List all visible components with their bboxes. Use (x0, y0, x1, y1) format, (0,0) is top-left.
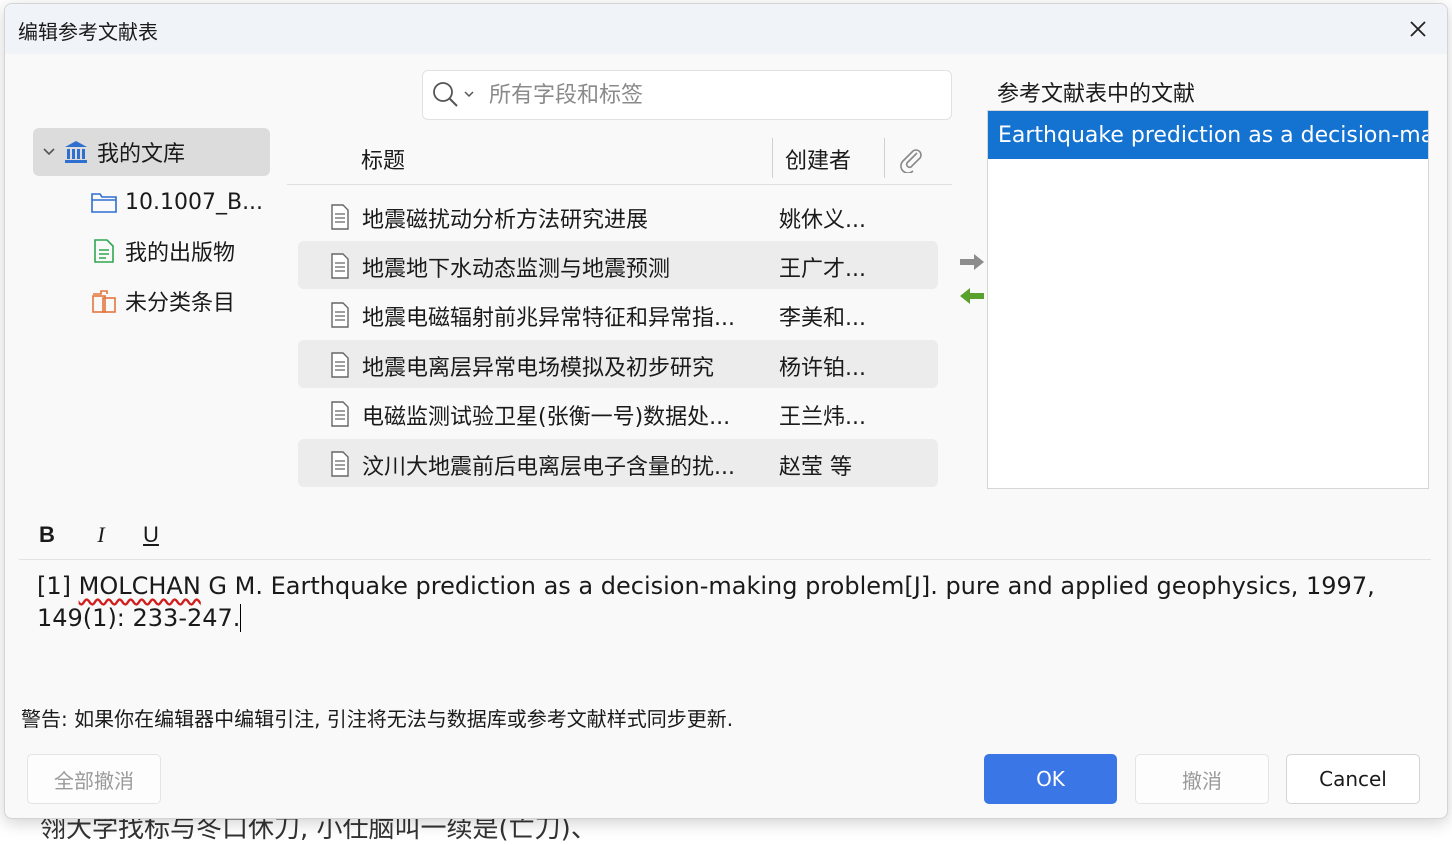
column-divider[interactable] (884, 138, 885, 178)
table-row[interactable]: 电磁监测试验卫星(张衡一号)数据处... 王兰炜... (298, 389, 938, 437)
tree-item-label: 未分类条目 (125, 291, 236, 316)
tree-item-label: 我的出版物 (125, 241, 236, 266)
row-title: 电磁监测试验卫星(张衡一号)数据处... (362, 405, 731, 430)
edit-bibliography-dialog: 编辑参考文献表 我的文库 10.1007_B... 我的出版物 未分类条目 所有… (4, 3, 1448, 819)
table-row[interactable]: 地震磁扰动分析方法研究进展 姚休义... (298, 192, 938, 240)
text-caret (240, 604, 242, 632)
divider (19, 559, 1431, 560)
bibliography-item-label: Earthquake prediction as a decision-ma (998, 122, 1428, 148)
row-title: 地震磁扰动分析方法研究进展 (362, 208, 649, 233)
document-icon (331, 401, 349, 427)
dialog-title: 编辑参考文献表 (18, 20, 158, 44)
column-header-creator[interactable]: 创建者 (785, 134, 851, 184)
row-creator: 赵莹 等 (779, 455, 852, 480)
row-title: 汶川大地震前后电离层电子含量的扰... (362, 455, 735, 480)
table-row[interactable]: 地震地下水动态监测与地震预测 王广才... (298, 241, 938, 289)
tree-item-my-publications[interactable]: 我的出版物 (89, 227, 235, 275)
document-icon (331, 451, 349, 477)
bibliography-list-label: 参考文献表中的文献 (997, 82, 1196, 107)
items-table-header: 标题 创建者 (287, 134, 952, 185)
paperclip-icon (900, 149, 922, 173)
unfiled-items-icon (89, 286, 119, 316)
tree-item-collection[interactable]: 10.1007_B... (89, 178, 263, 226)
document-icon (331, 302, 349, 328)
table-row[interactable]: 地震电离层异常电场模拟及初步研究 杨许铂... (298, 340, 938, 388)
undo-button[interactable]: 撤消 (1135, 754, 1269, 804)
row-creator: 杨许铂... (779, 356, 866, 381)
italic-button[interactable]: I (85, 519, 117, 551)
close-icon (1410, 21, 1426, 37)
tree-item-label: 10.1007_B... (125, 189, 264, 215)
table-row[interactable]: 汶川大地震前后电离层电子含量的扰... 赵莹 等 (298, 439, 938, 487)
citation-line1-rest: G M. Earthquake prediction as a decision… (200, 572, 1375, 600)
row-title: 地震电磁辐射前兆异常特征和异常指... (362, 306, 735, 331)
document-icon (331, 253, 349, 279)
citation-prefix: [1] (37, 572, 79, 600)
tree-item-unfiled[interactable]: 未分类条目 (89, 277, 235, 325)
add-to-bibliography-arrow-icon[interactable] (958, 252, 986, 272)
row-title: 地震电离层异常电场模拟及初步研究 (362, 356, 715, 381)
bibliography-list[interactable]: Earthquake prediction as a decision-ma (987, 110, 1429, 489)
search-box[interactable] (422, 70, 952, 120)
close-button[interactable] (1403, 14, 1433, 44)
table-row[interactable]: 地震电磁辐射前兆异常特征和异常指... 李美和... (298, 290, 938, 338)
folder-icon (89, 187, 119, 217)
column-header-attachments[interactable] (897, 134, 925, 184)
tree-item-label: 我的文库 (97, 142, 186, 167)
title-bar: 编辑参考文献表 (5, 4, 1447, 54)
row-creator: 王广才... (779, 257, 866, 282)
search-icon[interactable] (431, 80, 475, 110)
warning-text: 警告: 如果你在编辑器中编辑引注, 引注将无法与数据库或参考文献样式同步更新. (21, 707, 734, 731)
misspelled-word: MOLCHAN (78, 572, 201, 600)
search-input[interactable] (487, 81, 911, 109)
column-header-title[interactable]: 标题 (361, 134, 405, 184)
citation-line2: 149(1): 233-247. (37, 604, 241, 632)
row-title: 地震地下水动态监测与地震预测 (362, 257, 671, 282)
chevron-down-icon[interactable] (37, 148, 61, 156)
row-creator: 李美和... (779, 306, 866, 331)
tree-item-my-library[interactable]: 我的文库 (33, 128, 270, 176)
underline-button[interactable]: U (135, 519, 167, 551)
publication-icon (89, 236, 119, 266)
document-icon (331, 352, 349, 378)
document-icon (331, 204, 349, 230)
row-creator: 王兰炜... (779, 405, 866, 430)
ok-button[interactable]: OK (984, 754, 1117, 804)
citation-editor[interactable]: [1] MOLCHAN G M. Earthquake prediction a… (37, 570, 1417, 634)
revert-all-button[interactable]: 全部撤消 (27, 754, 161, 804)
remove-from-bibliography-arrow-icon[interactable] (958, 286, 986, 306)
bibliography-item-selected[interactable]: Earthquake prediction as a decision-ma (988, 111, 1428, 159)
row-creator: 姚休义... (779, 208, 866, 233)
bold-button[interactable]: B (31, 519, 63, 551)
cancel-button[interactable]: Cancel (1286, 754, 1420, 804)
column-divider[interactable] (772, 138, 773, 178)
library-icon (61, 137, 91, 167)
